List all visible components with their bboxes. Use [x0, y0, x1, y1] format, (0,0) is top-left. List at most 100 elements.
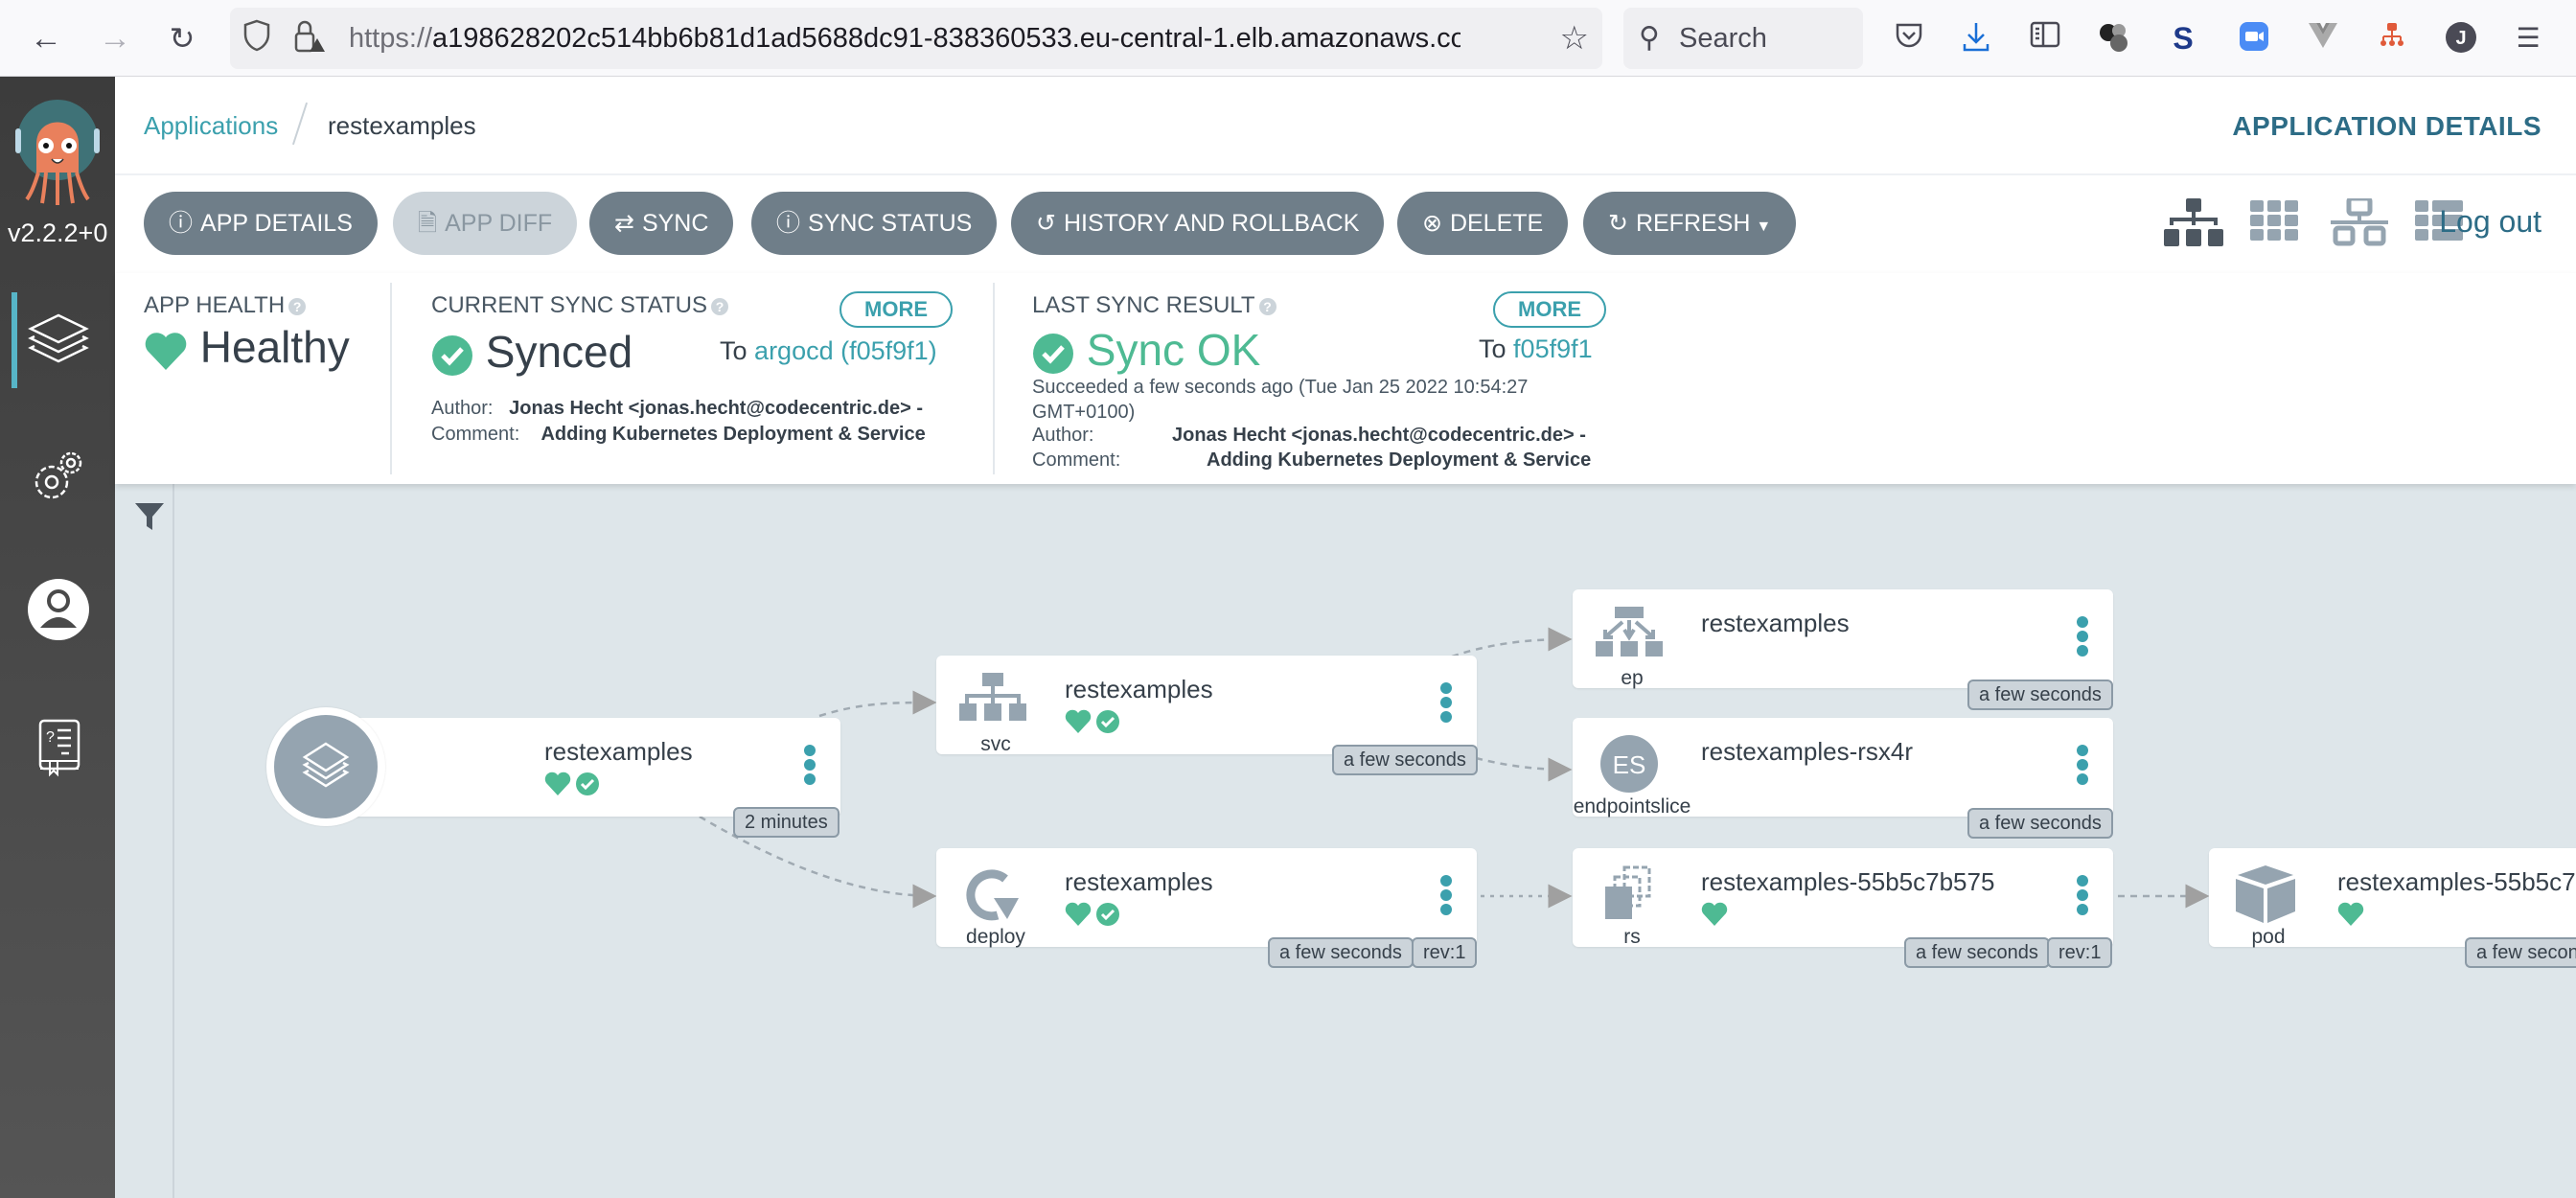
last-sync-more-button[interactable]: MORE: [1493, 291, 1606, 328]
breadcrumb-applications[interactable]: Applications: [144, 111, 278, 141]
sync-button[interactable]: ⇄ SYNC: [589, 192, 734, 255]
edge-svc-ep: [1451, 627, 1573, 658]
comment-label: Comment:: [1032, 449, 1121, 471]
sync-more-button[interactable]: MORE: [840, 291, 953, 328]
node-age-tag: 2 minutes: [733, 807, 840, 838]
delete-button[interactable]: ⊗ DELETE: [1397, 192, 1569, 255]
deploy-node[interactable]: deploy restexamples: [936, 848, 1477, 948]
last-sync-author: Author: Jonas Hecht <jonas.hecht@codecent…: [1032, 425, 1586, 447]
to-prefix: To: [720, 336, 748, 365]
rs-node[interactable]: rs restexamples-55b5c7b575: [1573, 848, 2113, 948]
account-icon[interactable]: J: [2444, 21, 2478, 56]
label-text: CURRENT SYNC STATUS: [431, 292, 708, 318]
node-kind: endpointslice: [1573, 795, 1691, 818]
node-menu-button[interactable]: [2077, 616, 2090, 659]
app-node[interactable]: restexamples: [326, 718, 840, 817]
pod-icon: [2236, 865, 2295, 923]
app-details-button[interactable]: ⓘ APP DETAILS: [144, 192, 378, 255]
docs-icon: ?: [38, 719, 80, 777]
sidebar-item-settings[interactable]: [0, 426, 115, 522]
endpointslice-icon: ES: [1600, 735, 1658, 793]
logout-link[interactable]: Log out: [2439, 204, 2542, 240]
reader-view-icon[interactable]: [2028, 21, 2062, 56]
check-circle-icon: [576, 772, 600, 795]
chevron-down-icon: ▼: [1756, 219, 1772, 235]
edge-app-svc: [818, 690, 937, 718]
current-sync-section: CURRENT SYNC STATUS? MORE Synced To argo…: [431, 273, 1073, 484]
sync-comment: Comment: Adding Kubernetes Deployment & …: [431, 424, 926, 446]
vue-devtools-icon[interactable]: [2306, 21, 2340, 56]
zoom-icon[interactable]: [2237, 21, 2271, 56]
node-age-tag: a few seconds: [1332, 745, 1478, 775]
endpointslice-node[interactable]: ES endpointslice restexamples-rsx4r: [1573, 718, 2113, 818]
author-label: Author:: [431, 398, 494, 419]
check-circle-icon: [1096, 710, 1120, 733]
browser-search-bar[interactable]: ⚲ Search: [1623, 8, 1863, 69]
node-name: restexamples: [1701, 609, 1850, 637]
action-bar: ⓘ APP DETAILS 🗎 APP DIFF ⇄ SYNC ⓘ SYNC STATU…: [115, 175, 2576, 273]
history-rollback-button[interactable]: ↺ HISTORY AND ROLLBACK: [1011, 192, 1385, 255]
pods-view-icon[interactable]: [2250, 198, 2300, 242]
sidebar-item-documentation[interactable]: ?: [0, 700, 115, 795]
comment-value: Adding Kubernetes Deployment & Service: [1207, 449, 1592, 471]
ep-node[interactable]: ep restexamples: [1573, 589, 2113, 689]
node-menu-button[interactable]: [1440, 682, 1454, 726]
reload-button[interactable]: ↻: [163, 19, 201, 58]
node-status-badges: [1065, 709, 1120, 738]
last-sync-target-link[interactable]: f05f9f1: [1513, 334, 1593, 363]
app-node-icon: [266, 707, 385, 826]
status-panel: APP HEALTH? Healthy CURRENT SYNC STATUS?…: [115, 273, 2576, 484]
pod-node[interactable]: pod restexamples-55b5c7: [2209, 848, 2576, 948]
url-host: a198628202c514bb6b81d1ad5688dc91-8383605…: [432, 23, 1460, 54]
sync-icon: ⇄: [614, 210, 634, 237]
svg-text:J: J: [2455, 28, 2466, 49]
pocket-icon[interactable]: [1892, 21, 1926, 56]
download-icon[interactable]: [1959, 21, 1993, 56]
menu-icon[interactable]: ☰: [2511, 21, 2545, 56]
node-menu-button[interactable]: [2077, 745, 2090, 788]
forward-button[interactable]: →: [96, 19, 134, 58]
bookmark-star-icon[interactable]: ☆: [1560, 19, 1589, 58]
sync-target-link[interactable]: argocd (f05f9f1): [754, 336, 937, 365]
node-menu-button[interactable]: [1440, 875, 1454, 918]
tracking-shield-icon[interactable]: [243, 19, 270, 59]
refresh-button[interactable]: ↻ REFRESH ▼: [1583, 192, 1797, 255]
app-diff-button[interactable]: 🗎 APP DIFF: [393, 192, 578, 255]
help-icon[interactable]: ?: [1258, 297, 1276, 315]
extension-icon[interactable]: [2097, 21, 2131, 56]
to-prefix: To: [1479, 334, 1506, 363]
url-text[interactable]: https://a198628202c514bb6b81d1ad5688dc91…: [349, 23, 1460, 55]
svc-node[interactable]: svc restexamples: [936, 656, 1477, 755]
sync-text: Synced: [485, 327, 633, 377]
search-icon: ⚲: [1639, 22, 1660, 54]
url-scheme: https://: [349, 23, 433, 54]
tree-view-icon[interactable]: [2164, 198, 2223, 248]
node-menu-button[interactable]: [804, 745, 817, 788]
heart-icon: [1701, 902, 1728, 926]
node-status-badges: [544, 772, 600, 800]
argo-logo[interactable]: [13, 96, 102, 205]
sync-target: To argocd (f05f9f1): [720, 336, 937, 366]
edge-svc-endpointslice: [1475, 756, 1573, 782]
back-button[interactable]: ←: [27, 19, 65, 58]
author-value: Jonas Hecht <jonas.hecht@codecentric.de>…: [1172, 425, 1586, 446]
hierarchy-extension-icon[interactable]: [2375, 21, 2409, 56]
s-extension-icon[interactable]: S: [2166, 21, 2200, 56]
insecure-lock-icon[interactable]: [293, 19, 326, 61]
heart-icon: [145, 333, 187, 370]
url-bar[interactable]: https://a198628202c514bb6b81d1ad5688dc91…: [230, 8, 1602, 69]
help-icon[interactable]: ?: [711, 297, 729, 315]
sidebar-item-applications[interactable]: [0, 292, 115, 388]
help-icon[interactable]: ?: [288, 297, 307, 315]
last-sync-text: Sync OK: [1086, 325, 1261, 375]
node-name: restexamples-55b5c7b575: [1701, 867, 1995, 896]
label-text: APP HEALTH: [144, 292, 286, 318]
sidebar-item-user-info[interactable]: [0, 561, 115, 657]
deployment-icon: [966, 869, 1019, 921]
network-view-icon[interactable]: [2331, 198, 2388, 246]
node-status-badges: [2337, 902, 2364, 931]
sync-status-button[interactable]: ⓘ SYNC STATUS: [751, 192, 998, 255]
sidebar: v2.2.2+0 ?: [0, 77, 115, 1198]
node-menu-button[interactable]: [2077, 875, 2090, 918]
service-icon: [959, 673, 1026, 721]
